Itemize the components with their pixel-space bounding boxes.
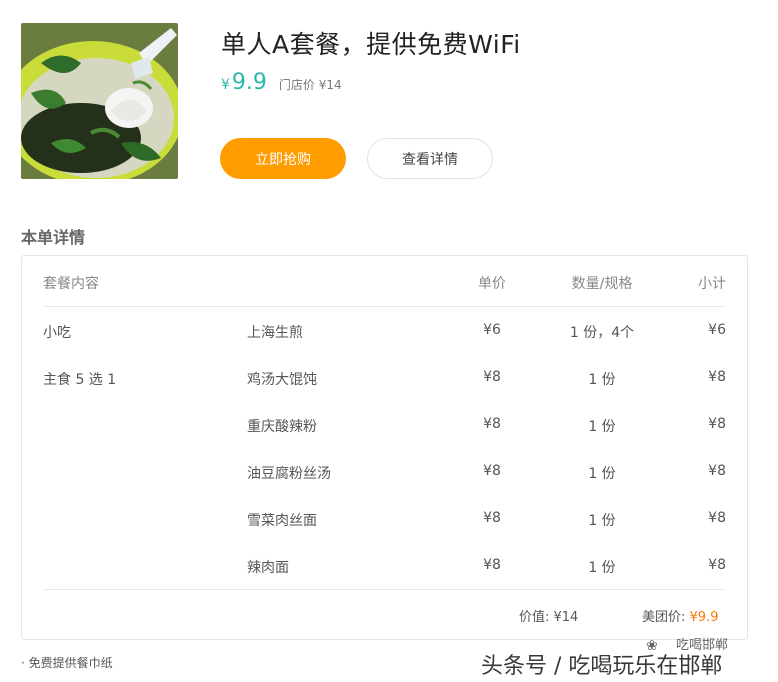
- row-quantity: 1 份: [588, 372, 616, 388]
- row-unit-price: ¥6: [483, 322, 501, 338]
- row-subtotal: ¥8: [708, 369, 726, 385]
- row-subtotal: ¥6: [708, 322, 726, 338]
- row-item-name: 辣肉面: [247, 560, 289, 576]
- package-details-table: 套餐内容 单价 数量/规格 小计 小吃 上海生煎 ¥6 1 份，4个 ¥6 主食…: [21, 255, 748, 640]
- free-napkins-note: · 免费提供餐巾纸: [21, 656, 113, 670]
- watermark: 头条号 / 吃喝玩乐在邯郸: [481, 654, 723, 679]
- row-quantity: 1 份: [588, 419, 616, 435]
- row-subtotal: ¥8: [708, 416, 726, 432]
- row-item-name: 油豆腐粉丝汤: [247, 466, 331, 482]
- footer-divider: [43, 589, 726, 590]
- current-price: 9.9: [231, 70, 267, 95]
- row-unit-price: ¥8: [483, 557, 501, 573]
- buy-now-button[interactable]: 立即抢购: [220, 138, 346, 179]
- row-category: 小吃: [43, 325, 71, 341]
- view-details-button[interactable]: 查看详情: [367, 138, 493, 179]
- row-unit-price: ¥8: [483, 369, 501, 385]
- section-title: 本单详情: [21, 228, 86, 247]
- original-price: 门店价 ¥14: [278, 78, 342, 92]
- row-item-name: 上海生煎: [247, 325, 303, 341]
- row-quantity: 1 份: [588, 513, 616, 529]
- column-header-unit-price: 单价: [478, 276, 506, 292]
- meituan-price: ¥9.9: [689, 610, 719, 625]
- row-item-name: 重庆酸辣粉: [247, 419, 317, 435]
- row-item-name: 鸡汤大馄饨: [247, 372, 317, 388]
- wonton-soup-photo: [21, 23, 178, 179]
- row-quantity: 1 份: [588, 560, 616, 576]
- row-quantity: 1 份: [588, 466, 616, 482]
- total-value: 价值: ¥14: [519, 610, 579, 625]
- row-unit-price: ¥8: [483, 510, 501, 526]
- column-header-content: 套餐内容: [43, 276, 99, 292]
- currency-symbol: ¥: [221, 77, 230, 93]
- meituan-price-label: 美团价:: [642, 610, 686, 625]
- row-subtotal: ¥8: [708, 510, 726, 526]
- price-row: ¥ 9.9 门店价 ¥14: [221, 70, 342, 96]
- row-unit-price: ¥8: [483, 463, 501, 479]
- meituan-price-row: 美团价: ¥9.9: [642, 606, 718, 625]
- row-unit-price: ¥8: [483, 416, 501, 432]
- row-item-name: 雪菜肉丝面: [247, 513, 317, 529]
- column-header-quantity: 数量/规格: [571, 276, 633, 292]
- row-subtotal: ¥8: [708, 463, 726, 479]
- header-divider: [43, 306, 726, 307]
- column-header-subtotal: 小计: [698, 276, 726, 292]
- row-quantity: 1 份，4个: [569, 325, 635, 341]
- row-category: 主食 5 选 1: [43, 372, 117, 388]
- product-title: 单人A套餐，提供免费WiFi: [221, 30, 521, 59]
- product-image[interactable]: [21, 23, 178, 179]
- row-subtotal: ¥8: [708, 557, 726, 573]
